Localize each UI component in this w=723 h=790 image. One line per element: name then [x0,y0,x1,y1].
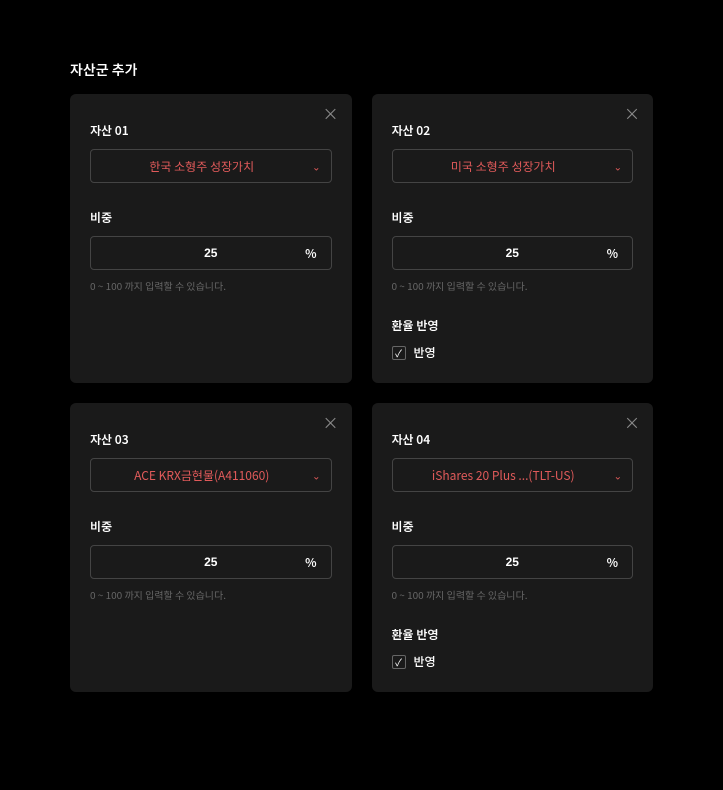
weight-helper: 0 ~ 100 까지 입력할 수 있습니다. [392,278,634,293]
fx-label: 환율 반영 [392,317,634,334]
close-icon[interactable]: × [322,413,340,431]
weight-field[interactable]: % [90,545,332,579]
fx-checkbox-label: 반영 [414,344,436,361]
asset-card-1: × 자산 01 한국 소형주 성장가치 ⌄ 비중 % 0 ~ 100 까지 입력… [70,94,352,383]
weight-unit: % [607,554,618,571]
asset-card-4: × 자산 04 iShares 20 Plus ...(TLT-US) ⌄ 비중… [372,403,654,692]
asset-select-value: ACE KRX금현물(A411060) [134,467,269,484]
asset-title: 자산 03 [90,431,332,448]
close-icon[interactable]: × [322,104,340,122]
weight-unit: % [305,245,316,262]
weight-input[interactable] [407,555,619,569]
fx-label: 환율 반영 [392,626,634,643]
chevron-down-icon: ⌄ [614,468,622,483]
weight-unit: % [305,554,316,571]
fx-checkbox-row: ✓ 반영 [392,653,634,670]
weight-helper: 0 ~ 100 까지 입력할 수 있습니다. [90,587,332,602]
asset-select-value: 미국 소형주 성장가치 [451,158,556,175]
asset-card-2: × 자산 02 미국 소형주 성장가치 ⌄ 비중 % 0 ~ 100 까지 입력… [372,94,654,383]
weight-label: 비중 [90,518,332,535]
asset-select-value: 한국 소형주 성장가치 [149,158,254,175]
weight-field[interactable]: % [392,545,634,579]
weight-helper: 0 ~ 100 까지 입력할 수 있습니다. [392,587,634,602]
asset-select[interactable]: ACE KRX금현물(A411060) ⌄ [90,458,332,492]
fx-checkbox[interactable]: ✓ [392,655,406,669]
weight-field[interactable]: % [90,236,332,270]
chevron-down-icon: ⌄ [312,468,320,483]
weight-label: 비중 [392,209,634,226]
fx-checkbox[interactable]: ✓ [392,346,406,360]
weight-input[interactable] [105,246,317,260]
weight-label: 비중 [392,518,634,535]
weight-input[interactable] [105,555,317,569]
asset-title: 자산 04 [392,431,634,448]
fx-checkbox-label: 반영 [414,653,436,670]
weight-helper: 0 ~ 100 까지 입력할 수 있습니다. [90,278,332,293]
asset-cards-grid: × 자산 01 한국 소형주 성장가치 ⌄ 비중 % 0 ~ 100 까지 입력… [70,94,653,692]
asset-select-value: iShares 20 Plus ...(TLT-US) [432,467,575,484]
section-title: 자산군 추가 [70,60,653,80]
close-icon[interactable]: × [623,413,641,431]
fx-checkbox-row: ✓ 반영 [392,344,634,361]
asset-select[interactable]: 미국 소형주 성장가치 ⌄ [392,149,634,183]
asset-select[interactable]: 한국 소형주 성장가치 ⌄ [90,149,332,183]
chevron-down-icon: ⌄ [312,159,320,174]
close-icon[interactable]: × [623,104,641,122]
weight-unit: % [607,245,618,262]
asset-select[interactable]: iShares 20 Plus ...(TLT-US) ⌄ [392,458,634,492]
weight-field[interactable]: % [392,236,634,270]
weight-input[interactable] [407,246,619,260]
asset-card-3: × 자산 03 ACE KRX금현물(A411060) ⌄ 비중 % 0 ~ 1… [70,403,352,692]
asset-title: 자산 01 [90,122,332,139]
weight-label: 비중 [90,209,332,226]
asset-title: 자산 02 [392,122,634,139]
chevron-down-icon: ⌄ [614,159,622,174]
